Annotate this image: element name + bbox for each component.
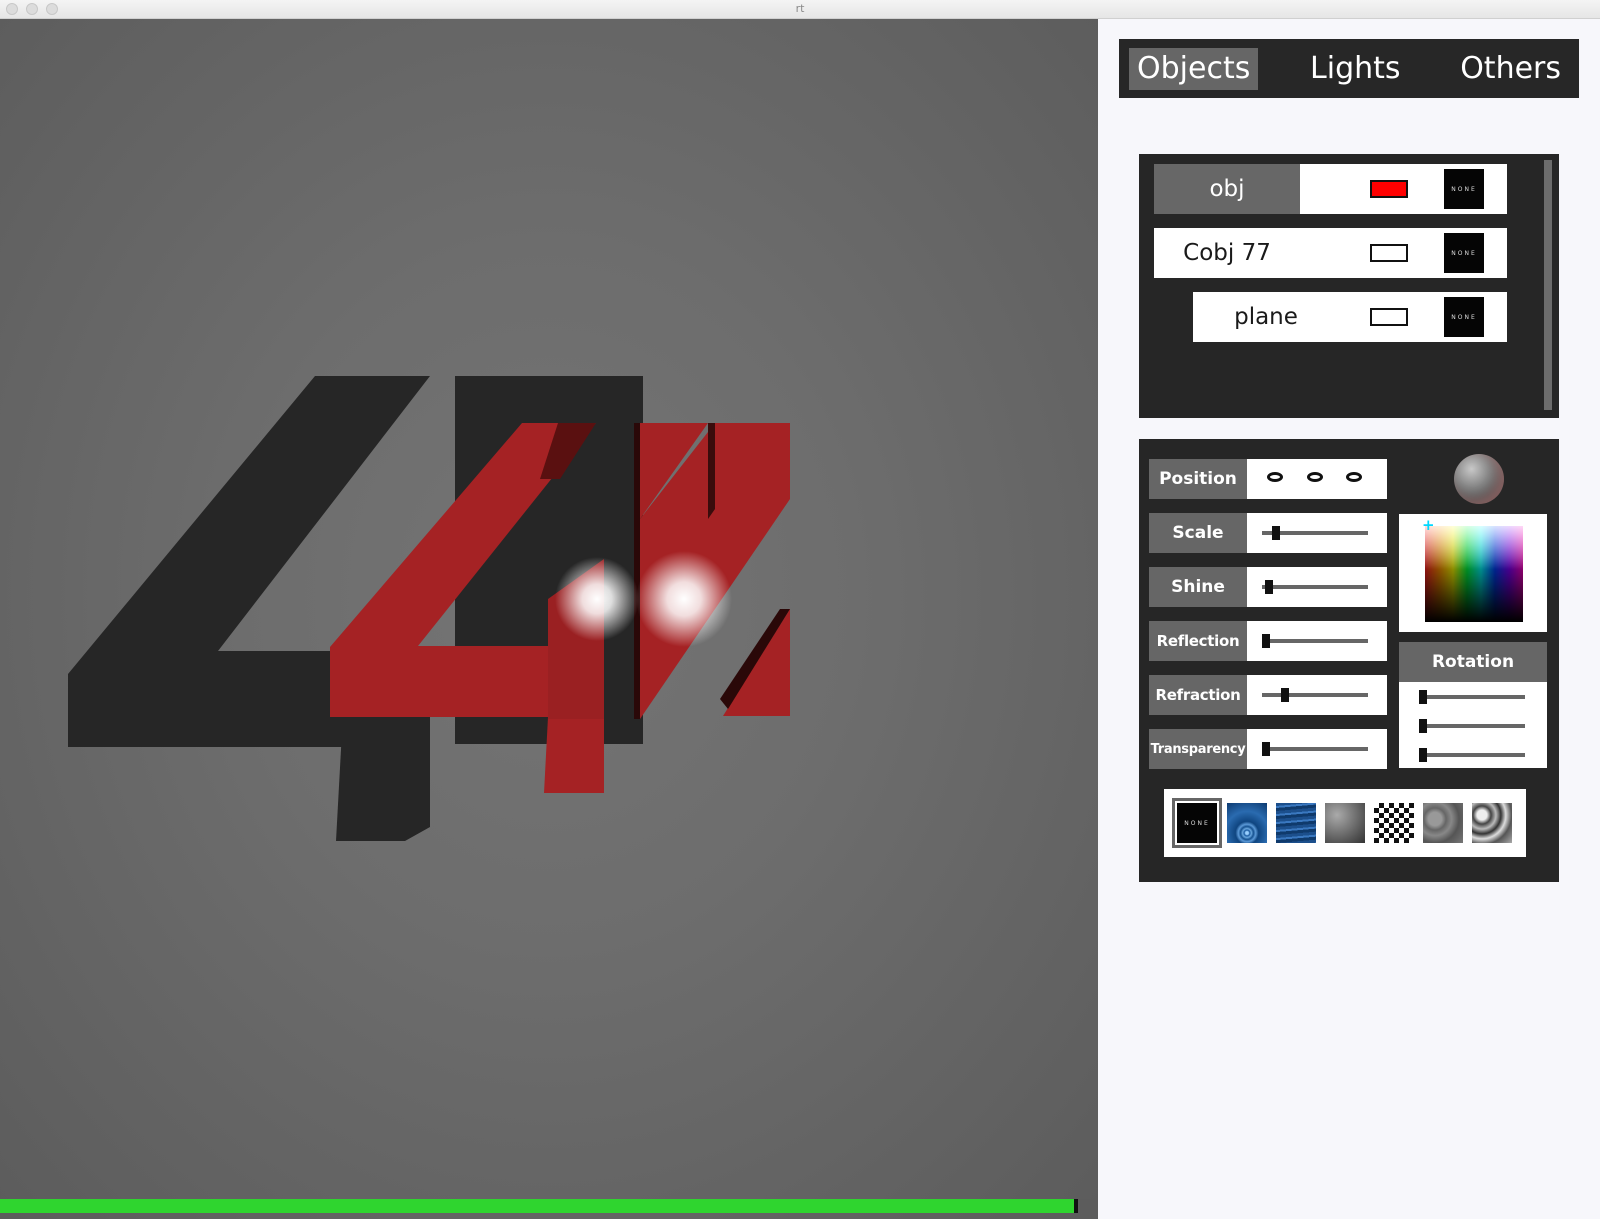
tab-others[interactable]: Others <box>1452 48 1569 90</box>
slider-knob[interactable] <box>1272 526 1280 540</box>
position-x-handle[interactable] <box>1267 472 1283 482</box>
scale-label: Scale <box>1149 513 1247 553</box>
object-color-swatch[interactable] <box>1370 180 1408 198</box>
object-name: obj <box>1154 164 1300 214</box>
checkerboard-texture-thumb[interactable] <box>1374 803 1414 843</box>
object-texture-thumb[interactable]: NONE <box>1444 233 1484 273</box>
transparency-label: Transparency <box>1149 729 1247 769</box>
object-list: obj NONE Cobj 77 NONE plane NONE <box>1139 154 1559 418</box>
object-color-swatch[interactable] <box>1370 308 1408 326</box>
render-viewport[interactable] <box>0 19 1098 1219</box>
rotation-z-track <box>1419 753 1525 757</box>
rotation-label: Rotation <box>1399 642 1547 682</box>
specular-highlight <box>555 557 639 641</box>
render-progress-bar <box>0 1199 1098 1213</box>
object-texture-thumb[interactable]: NONE <box>1444 297 1484 337</box>
shine-slider[interactable] <box>1247 567 1387 607</box>
rotation-x-knob[interactable] <box>1419 690 1427 704</box>
slider-knob[interactable] <box>1265 580 1273 594</box>
render-progress-cap <box>1074 1199 1078 1213</box>
reflection-slider[interactable] <box>1247 621 1387 661</box>
object-list-item[interactable]: plane NONE <box>1193 292 1507 342</box>
color-spectrum[interactable] <box>1425 526 1523 622</box>
object-texture-thumb[interactable]: NONE <box>1444 169 1484 209</box>
texture-none-thumb[interactable]: NONE <box>1172 798 1222 848</box>
texture-selector: NONE <box>1164 789 1526 857</box>
window-title: rt <box>795 2 805 15</box>
perlin-noise-texture-thumb[interactable] <box>1472 803 1512 843</box>
transparency-slider[interactable] <box>1247 729 1387 769</box>
specular-highlight <box>636 551 732 647</box>
gray-noise-texture-thumb[interactable] <box>1325 803 1365 843</box>
color-picker-cursor[interactable]: + <box>1422 516 1435 534</box>
tab-objects[interactable]: Objects <box>1129 47 1259 90</box>
slider-track <box>1262 639 1368 643</box>
scale-slider[interactable] <box>1247 513 1387 553</box>
object-name: plane <box>1234 304 1298 330</box>
render-progress-fill <box>0 1199 1074 1213</box>
window-titlebar: rt <box>0 0 1600 19</box>
position-label: Position <box>1149 459 1247 499</box>
side-panel: Objects Lights Others obj NONE Cobj 77 N… <box>1099 19 1600 1219</box>
object-properties: Position Scale Shine Reflection Refracti… <box>1139 439 1559 882</box>
slider-knob[interactable] <box>1281 688 1289 702</box>
material-preview-sphere <box>1454 454 1504 504</box>
position-y-handle[interactable] <box>1307 472 1323 482</box>
reflection-label: Reflection <box>1149 621 1247 661</box>
object-name: Cobj 77 <box>1183 240 1271 266</box>
water-ripple-texture-thumb[interactable] <box>1227 803 1267 843</box>
color-picker[interactable]: + <box>1399 514 1547 632</box>
object-list-item[interactable]: obj NONE <box>1154 164 1507 214</box>
refraction-slider[interactable] <box>1247 675 1387 715</box>
rotation-x-track <box>1419 695 1525 699</box>
object-color-swatch[interactable] <box>1370 244 1408 262</box>
tab-lights[interactable]: Lights <box>1302 48 1409 90</box>
slider-track <box>1262 747 1368 751</box>
slider-knob[interactable] <box>1262 742 1270 756</box>
rotation-controls <box>1399 682 1547 768</box>
slider-track <box>1262 585 1368 589</box>
slider-knob[interactable] <box>1262 634 1270 648</box>
slider-track <box>1262 693 1368 697</box>
object-list-item[interactable]: Cobj 77 NONE <box>1154 228 1507 278</box>
object-list-scrollbar[interactable] <box>1544 160 1552 410</box>
position-control <box>1247 459 1387 499</box>
water-waves-texture-thumb[interactable] <box>1276 803 1316 843</box>
rotation-z-knob[interactable] <box>1419 748 1427 762</box>
tab-bar: Objects Lights Others <box>1119 39 1579 98</box>
rotation-y-knob[interactable] <box>1419 719 1427 733</box>
rendered-scene <box>68 376 790 841</box>
rotation-y-track <box>1419 724 1525 728</box>
refraction-label: Refraction <box>1149 675 1247 715</box>
marble-texture-thumb[interactable] <box>1423 803 1463 843</box>
shine-label: Shine <box>1149 567 1247 607</box>
position-z-handle[interactable] <box>1346 472 1362 482</box>
